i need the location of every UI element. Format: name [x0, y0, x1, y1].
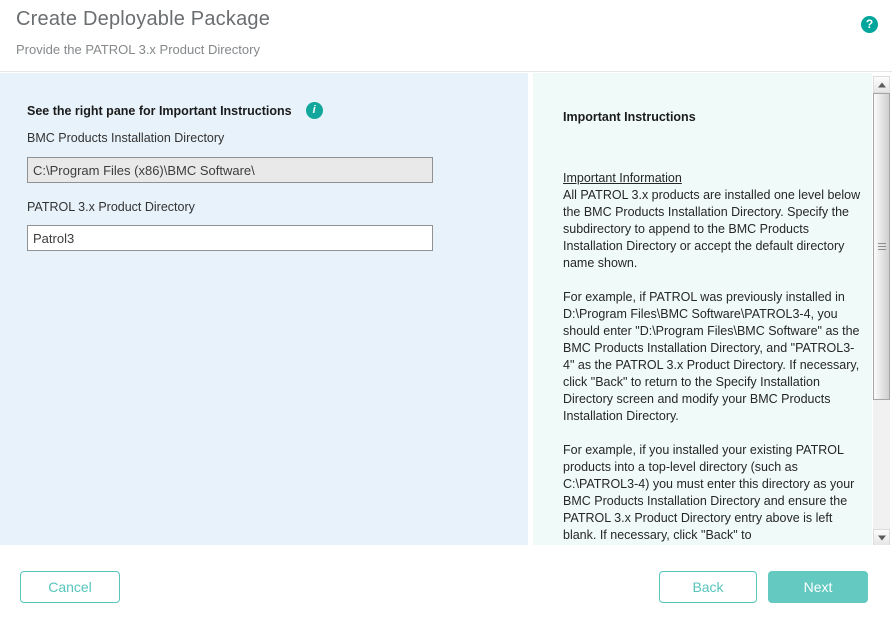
- instructions-scrollbar[interactable]: [873, 76, 890, 546]
- scroll-up-button[interactable]: [873, 76, 890, 93]
- instructions-pane: Important Instructions Important Informa…: [533, 73, 872, 545]
- scrollbar-grip-icon: [878, 243, 886, 251]
- form-pane: See the right pane for Important Instruc…: [0, 73, 528, 545]
- page-subtitle: Provide the PATROL 3.x Product Directory: [16, 42, 260, 57]
- wizard-footer: Cancel Back Next: [0, 545, 892, 620]
- scroll-down-arrow-icon: [878, 535, 886, 540]
- page-title: Create Deployable Package: [16, 8, 270, 31]
- help-icon[interactable]: ?: [861, 16, 878, 33]
- scroll-down-button[interactable]: [873, 529, 890, 546]
- instructions-note: See the right pane for Important Instruc…: [27, 104, 292, 118]
- wizard-header: Create Deployable Package Provide the PA…: [0, 0, 892, 72]
- instructions-note-row: See the right pane for Important Instruc…: [27, 102, 323, 119]
- info-icon: i: [306, 102, 323, 119]
- cancel-button[interactable]: Cancel: [20, 571, 120, 603]
- patrol-dir-label: PATROL 3.x Product Directory: [27, 200, 195, 214]
- back-button[interactable]: Back: [659, 571, 757, 603]
- scrollbar-thumb[interactable]: [873, 93, 890, 400]
- instructions-paragraph: All PATROL 3.x products are installed on…: [563, 187, 862, 272]
- scroll-up-arrow-icon: [878, 82, 886, 87]
- instructions-heading: Important Instructions: [563, 109, 862, 126]
- instructions-paragraph: For example, if PATROL was previously in…: [563, 289, 862, 425]
- important-information-heading: Important Information: [563, 170, 862, 187]
- create-deployable-package-window: Create Deployable Package Provide the PA…: [0, 0, 892, 620]
- bmc-install-dir-label: BMC Products Installation Directory: [27, 131, 224, 145]
- next-button[interactable]: Next: [768, 571, 868, 603]
- bmc-install-dir-input[interactable]: [27, 157, 433, 183]
- patrol-dir-input[interactable]: [27, 225, 433, 251]
- instructions-paragraph: For example, if you installed your exist…: [563, 442, 862, 544]
